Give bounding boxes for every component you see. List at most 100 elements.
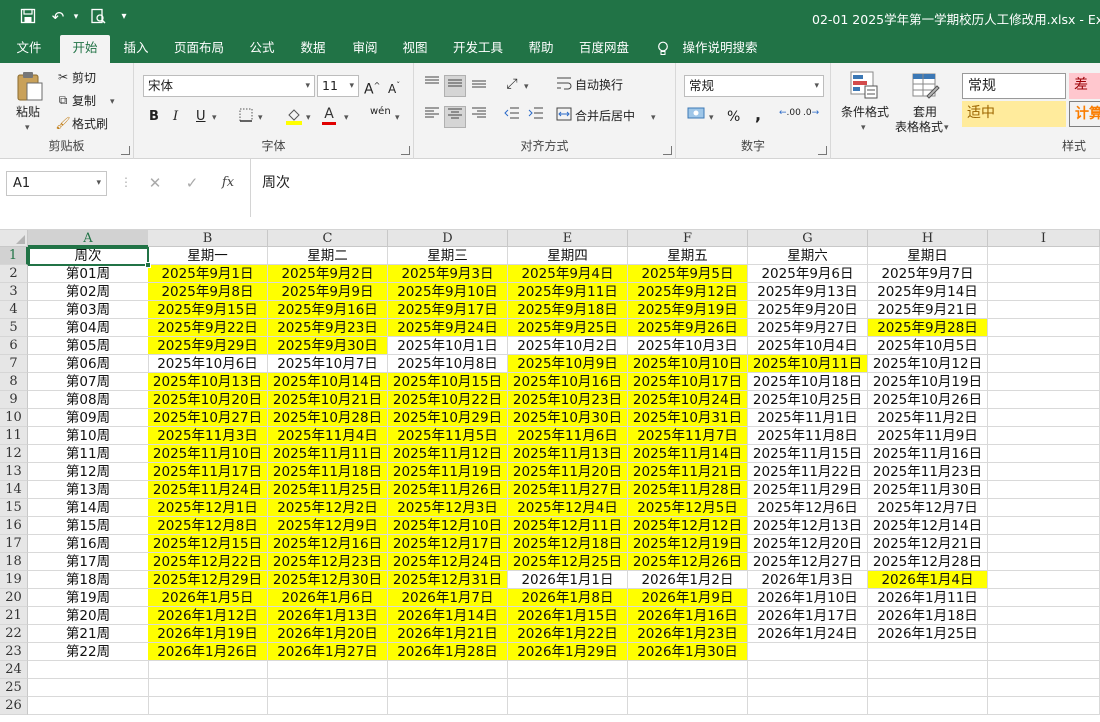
cell-h24[interactable]	[868, 661, 988, 679]
style-normal[interactable]: 常规	[962, 73, 1066, 99]
cell-d11[interactable]: 2025年11月5日	[388, 427, 508, 445]
align-top-icon[interactable]	[422, 75, 442, 94]
format-as-table-dropdown-icon[interactable]: ▾	[944, 119, 949, 137]
cell-c5[interactable]: 2025年9月23日	[268, 319, 388, 337]
phonetic-icon[interactable]: wén	[370, 103, 391, 121]
orientation-dropdown-icon[interactable]: ▾	[524, 78, 529, 96]
save-icon[interactable]	[18, 8, 38, 26]
cell-i19[interactable]	[988, 571, 1100, 589]
cell-c21[interactable]: 2026年1月13日	[268, 607, 388, 625]
orientation-icon[interactable]: ⤢	[502, 75, 522, 93]
cell-e5[interactable]: 2025年9月25日	[508, 319, 628, 337]
cell-g2[interactable]: 2025年9月6日	[748, 265, 868, 283]
cell-c26[interactable]	[268, 697, 388, 715]
cell-g14[interactable]: 2025年11月29日	[748, 481, 868, 499]
cell-b16[interactable]: 2025年12月8日	[148, 517, 268, 535]
cell-g24[interactable]	[748, 661, 868, 679]
fill-handle[interactable]	[145, 262, 151, 268]
align-middle-icon[interactable]	[444, 75, 466, 97]
cell-g22[interactable]: 2026年1月24日	[748, 625, 868, 643]
cell-f2[interactable]: 2025年9月5日	[628, 265, 748, 283]
cell-f22[interactable]: 2026年1月23日	[628, 625, 748, 643]
tab-insert[interactable]: 插入	[116, 35, 156, 63]
cell-e25[interactable]	[508, 679, 628, 697]
italic-button[interactable]: I	[173, 108, 178, 126]
cell-g23[interactable]	[748, 643, 868, 661]
cell-g17[interactable]: 2025年12月20日	[748, 535, 868, 553]
font-size-select[interactable]: 11 ▾	[317, 75, 359, 97]
cell-b9[interactable]: 2025年10月20日	[148, 391, 268, 409]
cell-e21[interactable]: 2026年1月15日	[508, 607, 628, 625]
alignment-launcher-icon[interactable]	[663, 146, 672, 155]
row-header-15[interactable]: 15	[0, 499, 28, 517]
cell-g26[interactable]	[748, 697, 868, 715]
cell-a9[interactable]: 第08周	[28, 391, 149, 409]
format-painter-icon[interactable]: 🖌	[54, 114, 72, 132]
border-dropdown-icon[interactable]: ▾	[258, 109, 263, 127]
tell-me-search[interactable]: 操作说明搜索	[680, 35, 760, 63]
cell-e1[interactable]: 星期四	[508, 247, 628, 265]
cell-b7[interactable]: 2025年10月6日	[148, 355, 268, 373]
cell-b10[interactable]: 2025年10月27日	[148, 409, 268, 427]
cell-d23[interactable]: 2026年1月28日	[388, 643, 508, 661]
fill-color-icon[interactable]	[285, 107, 303, 130]
cut-button[interactable]: 剪切	[72, 69, 96, 87]
cell-c17[interactable]: 2025年12月16日	[268, 535, 388, 553]
cell-e11[interactable]: 2025年11月6日	[508, 427, 628, 445]
tab-formulas[interactable]: 公式	[242, 35, 282, 63]
cell-i1[interactable]	[988, 247, 1100, 265]
cell-h11[interactable]: 2025年11月9日	[868, 427, 988, 445]
cell-g8[interactable]: 2025年10月18日	[748, 373, 868, 391]
cell-c1[interactable]: 星期二	[268, 247, 388, 265]
cell-h2[interactable]: 2025年9月7日	[868, 265, 988, 283]
row-header-21[interactable]: 21	[0, 607, 28, 625]
cell-c12[interactable]: 2025年11月11日	[268, 445, 388, 463]
cell-f26[interactable]	[628, 697, 748, 715]
row-header-26[interactable]: 26	[0, 697, 28, 715]
cell-c23[interactable]: 2026年1月27日	[268, 643, 388, 661]
cell-h13[interactable]: 2025年11月23日	[868, 463, 988, 481]
cell-a4[interactable]: 第03周	[28, 301, 149, 319]
cell-c11[interactable]: 2025年11月4日	[268, 427, 388, 445]
cell-i14[interactable]	[988, 481, 1100, 499]
cell-i8[interactable]	[988, 373, 1100, 391]
cell-c3[interactable]: 2025年9月9日	[268, 283, 388, 301]
accounting-format-icon[interactable]	[686, 106, 706, 125]
cell-f18[interactable]: 2025年12月26日	[628, 553, 748, 571]
cell-i6[interactable]	[988, 337, 1100, 355]
cell-h16[interactable]: 2025年12月14日	[868, 517, 988, 535]
cell-a12[interactable]: 第11周	[28, 445, 149, 463]
cell-f7[interactable]: 2025年10月10日	[628, 355, 748, 373]
cell-h18[interactable]: 2025年12月28日	[868, 553, 988, 571]
merge-center-button[interactable]: 合并后居中	[575, 107, 635, 125]
cell-a3[interactable]: 第02周	[28, 283, 149, 301]
cell-a23[interactable]: 第22周	[28, 643, 149, 661]
cell-g12[interactable]: 2025年11月15日	[748, 445, 868, 463]
cell-h26[interactable]	[868, 697, 988, 715]
cell-g21[interactable]: 2026年1月17日	[748, 607, 868, 625]
align-right-icon[interactable]	[469, 106, 489, 125]
cell-g1[interactable]: 星期六	[748, 247, 868, 265]
cell-a21[interactable]: 第20周	[28, 607, 149, 625]
cell-d24[interactable]	[388, 661, 508, 679]
column-header-d[interactable]: D	[388, 230, 508, 247]
cell-d20[interactable]: 2026年1月7日	[388, 589, 508, 607]
cell-h3[interactable]: 2025年9月14日	[868, 283, 988, 301]
increase-indent-icon[interactable]	[526, 106, 546, 125]
cell-c25[interactable]	[268, 679, 388, 697]
cell-h17[interactable]: 2025年12月21日	[868, 535, 988, 553]
cell-b25[interactable]	[148, 679, 268, 697]
row-header-22[interactable]: 22	[0, 625, 28, 643]
cell-e17[interactable]: 2025年12月18日	[508, 535, 628, 553]
tab-help[interactable]: 帮助	[520, 35, 562, 63]
cell-f9[interactable]: 2025年10月24日	[628, 391, 748, 409]
cell-i2[interactable]	[988, 265, 1100, 283]
paste-icon[interactable]	[14, 70, 46, 102]
cell-d16[interactable]: 2025年12月10日	[388, 517, 508, 535]
row-header-4[interactable]: 4	[0, 301, 28, 319]
cell-a24[interactable]	[28, 661, 149, 679]
cell-a19[interactable]: 第18周	[28, 571, 149, 589]
cell-d12[interactable]: 2025年11月12日	[388, 445, 508, 463]
cell-a17[interactable]: 第16周	[28, 535, 149, 553]
cell-b11[interactable]: 2025年11月3日	[148, 427, 268, 445]
